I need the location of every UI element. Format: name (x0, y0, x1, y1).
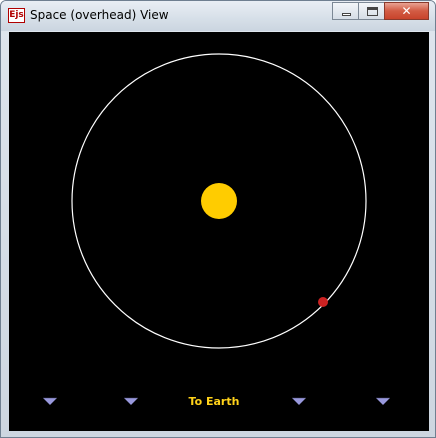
triangle-down-icon (375, 397, 391, 406)
close-icon: ✕ (401, 4, 412, 18)
triangle-down-icon (42, 397, 58, 406)
triangle-down-icon (291, 397, 307, 406)
minimize-icon (342, 13, 351, 16)
arrow-button-3[interactable] (291, 397, 307, 406)
triangle-down-icon (123, 397, 139, 406)
earth-marker[interactable] (318, 297, 328, 307)
ejs-app-icon[interactable]: Ejs (8, 8, 25, 23)
arrow-button-2[interactable] (123, 397, 139, 406)
close-button[interactable]: ✕ (384, 2, 429, 20)
window-controls: ✕ (332, 2, 429, 20)
arrow-button-1[interactable] (42, 397, 58, 406)
title-bar[interactable]: Ejs Space (overhead) View ✕ (1, 1, 435, 31)
maximize-icon (367, 7, 378, 16)
to-earth-button[interactable]: To Earth (159, 395, 269, 408)
space-view-canvas[interactable]: To Earth (9, 32, 429, 431)
arrow-button-4[interactable] (375, 397, 391, 406)
sun (201, 183, 237, 219)
window-title: Space (overhead) View (30, 8, 169, 22)
minimize-button[interactable] (332, 2, 359, 20)
space-view-drawing (42, 53, 391, 406)
maximize-button[interactable] (358, 2, 385, 20)
app-window: Ejs Space (overhead) View ✕ To Earth (0, 0, 436, 438)
